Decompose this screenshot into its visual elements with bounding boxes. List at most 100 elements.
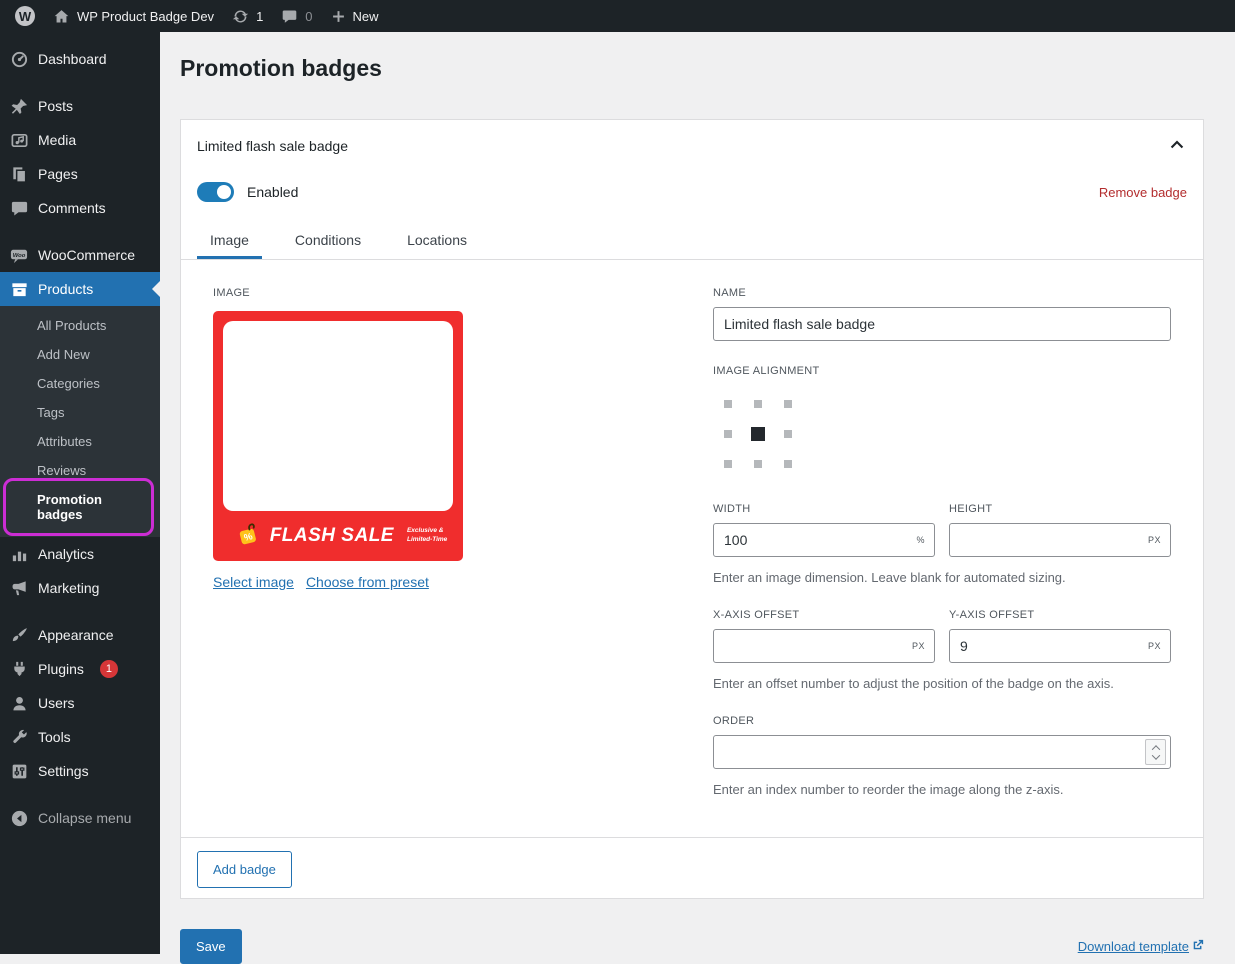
badge-card-footer: Add badge xyxy=(181,837,1203,898)
sidebar-item-marketing[interactable]: Marketing xyxy=(0,571,160,605)
badge-card-title: Limited flash sale badge xyxy=(197,138,348,154)
sidebar-item-products[interactable]: Products xyxy=(0,272,160,306)
alignment-cell-top-left[interactable] xyxy=(713,389,743,419)
tab-conditions[interactable]: Conditions xyxy=(282,223,374,259)
submenu-label: Attributes xyxy=(37,434,92,449)
main-content: Promotion badges Limited flash sale badg… xyxy=(160,32,1235,954)
y-offset-input[interactable] xyxy=(949,629,1171,663)
woocommerce-icon: Woo xyxy=(9,245,29,265)
enabled-toggle[interactable] xyxy=(197,182,234,202)
wrench-icon xyxy=(9,727,29,747)
media-icon xyxy=(9,130,29,150)
order-input[interactable] xyxy=(713,735,1171,769)
sidebar-item-pages[interactable]: Pages xyxy=(0,157,160,191)
sidebar-item-label: Products xyxy=(38,281,93,297)
image-field-label: IMAGE xyxy=(213,287,713,299)
alignment-dot xyxy=(784,460,792,468)
width-unit: % xyxy=(916,535,925,545)
alignment-field: IMAGE ALIGNMENT xyxy=(713,365,1171,479)
sidebar-item-comments[interactable]: Comments xyxy=(0,191,160,225)
remove-badge-link[interactable]: Remove badge xyxy=(1099,185,1187,200)
site-name-link[interactable]: WP Product Badge Dev xyxy=(44,0,223,32)
alignment-cell-bottom-left[interactable] xyxy=(713,449,743,479)
alignment-cell-bottom-center[interactable] xyxy=(743,449,773,479)
order-field: ORDER Enter an index number to reorder t… xyxy=(713,715,1171,797)
settings-column: NAME IMAGE ALIGNMENT xyxy=(713,287,1171,797)
order-label: ORDER xyxy=(713,715,1171,727)
name-label: NAME xyxy=(713,287,1171,299)
sidebar-item-settings[interactable]: Settings xyxy=(0,754,160,788)
page-actions-row: Save Download template xyxy=(180,929,1204,964)
alignment-dot xyxy=(724,460,732,468)
height-input[interactable] xyxy=(949,523,1171,557)
order-help-text: Enter an index number to reorder the ima… xyxy=(713,782,1171,797)
image-column: IMAGE % FLASH SALE Exclusive & Limited-T… xyxy=(213,287,713,797)
y-offset-label: Y-AXIS OFFSET xyxy=(949,609,1171,621)
sidebar-item-label: Users xyxy=(38,695,75,711)
comments-indicator[interactable]: 0 xyxy=(272,0,321,32)
sidebar-item-label: Posts xyxy=(38,98,73,114)
alignment-cell-middle-left[interactable] xyxy=(713,419,743,449)
width-input[interactable] xyxy=(713,523,935,557)
choose-from-preset-link[interactable]: Choose from preset xyxy=(306,574,429,590)
submenu-item-tags[interactable]: Tags xyxy=(0,398,160,427)
dashboard-icon xyxy=(9,49,29,69)
x-offset-label: X-AXIS OFFSET xyxy=(713,609,935,621)
submenu-item-all-products[interactable]: All Products xyxy=(0,311,160,340)
sidebar-item-tools[interactable]: Tools xyxy=(0,720,160,754)
sidebar-item-posts[interactable]: Posts xyxy=(0,89,160,123)
sidebar-item-woocommerce[interactable]: Woo WooCommerce xyxy=(0,238,160,272)
updates-indicator[interactable]: 1 xyxy=(223,0,272,32)
alignment-cell-top-right[interactable] xyxy=(773,389,803,419)
submenu-label: Promotion badges xyxy=(37,492,102,522)
download-template-link[interactable]: Download template xyxy=(1078,939,1204,954)
select-image-link[interactable]: Select image xyxy=(213,574,294,590)
offset-help-text: Enter an offset number to adjust the pos… xyxy=(713,676,1171,691)
alignment-cell-middle-center[interactable] xyxy=(743,419,773,449)
pages-icon xyxy=(9,164,29,184)
y-offset-unit: PX xyxy=(1148,641,1161,651)
submenu-item-add-new[interactable]: Add New xyxy=(0,340,160,369)
menu-separator xyxy=(0,605,160,618)
alignment-dot xyxy=(784,400,792,408)
new-content-button[interactable]: New xyxy=(322,0,388,32)
submenu-item-categories[interactable]: Categories xyxy=(0,369,160,398)
submenu-label: Reviews xyxy=(37,463,86,478)
admin-bar: W WP Product Badge Dev 1 0 New xyxy=(0,0,1235,32)
collapse-card-button[interactable] xyxy=(1167,136,1187,155)
alignment-cell-top-center[interactable] xyxy=(743,389,773,419)
submenu-label: Tags xyxy=(37,405,64,420)
submenu-item-reviews[interactable]: Reviews xyxy=(0,456,160,485)
alignment-cell-middle-right[interactable] xyxy=(773,419,803,449)
sidebar-item-collapse-menu[interactable]: Collapse menu xyxy=(0,801,160,835)
comments-count: 0 xyxy=(305,9,312,24)
badge-image-bottom-bar: % FLASH SALE Exclusive & Limited-Time xyxy=(213,511,463,561)
number-stepper[interactable] xyxy=(1145,739,1166,765)
sidebar-item-appearance[interactable]: Appearance xyxy=(0,618,160,652)
submenu-item-attributes[interactable]: Attributes xyxy=(0,427,160,456)
submenu-item-promotion-badges[interactable]: Promotion badges xyxy=(0,485,160,529)
sidebar-item-dashboard[interactable]: Dashboard xyxy=(0,42,160,76)
y-offset-field: Y-AXIS OFFSET PX xyxy=(949,609,1171,663)
alignment-cell-bottom-right[interactable] xyxy=(773,449,803,479)
sidebar-item-label: Comments xyxy=(38,200,106,216)
menu-separator xyxy=(0,225,160,238)
alignment-dot xyxy=(724,400,732,408)
wordpress-logo[interactable]: W xyxy=(6,0,44,32)
products-box-icon xyxy=(9,279,29,299)
name-input[interactable] xyxy=(713,307,1171,341)
tab-image[interactable]: Image xyxy=(197,223,262,259)
badge-tabs: Image Conditions Locations xyxy=(181,223,1203,260)
sidebar-item-users[interactable]: Users xyxy=(0,686,160,720)
badge-image-preview[interactable]: % FLASH SALE Exclusive & Limited-Time xyxy=(213,311,463,561)
sidebar-item-plugins[interactable]: Plugins 1 xyxy=(0,652,160,686)
sidebar-item-media[interactable]: Media xyxy=(0,123,160,157)
user-icon xyxy=(9,693,29,713)
sidebar-item-analytics[interactable]: Analytics xyxy=(0,537,160,571)
sidebar-item-label: Media xyxy=(38,132,76,148)
add-badge-button[interactable]: Add badge xyxy=(197,851,292,888)
x-offset-input[interactable] xyxy=(713,629,935,663)
save-button[interactable]: Save xyxy=(180,929,242,964)
tab-locations[interactable]: Locations xyxy=(394,223,480,259)
height-label: HEIGHT xyxy=(949,503,1171,515)
